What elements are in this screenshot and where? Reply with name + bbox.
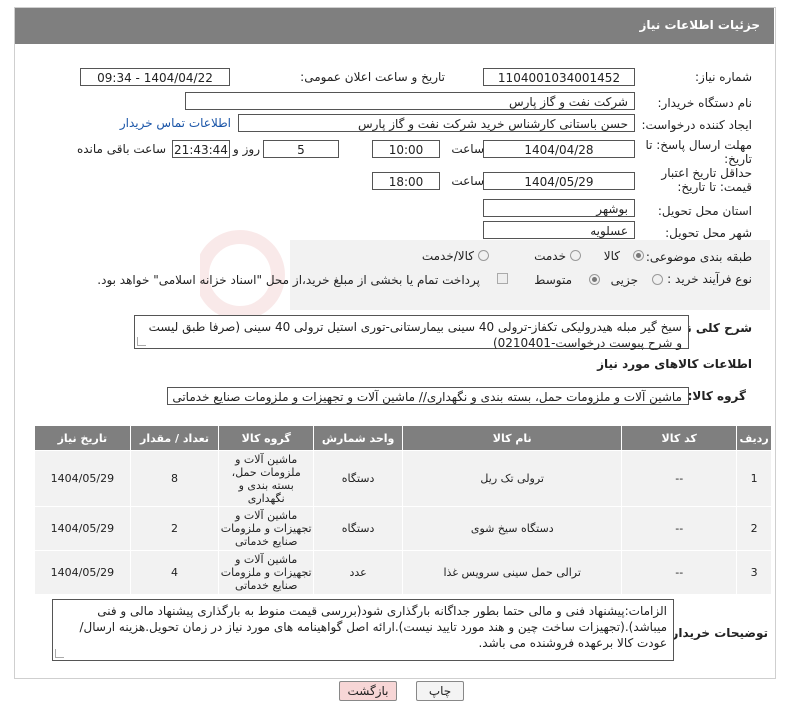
need-number-label: شماره نیاز: (695, 70, 752, 84)
remaining-time-field: 21:43:44 (172, 140, 230, 158)
header-title: جزئیات اطلاعات نیاز (639, 18, 760, 32)
buyer-org-label: نام دستگاه خریدار: (657, 96, 753, 110)
cell-name: دستگاه سیخ شوی (402, 506, 623, 551)
cell-qty: 2 (129, 506, 220, 551)
cell-date: 1404/05/29 (34, 450, 131, 507)
announce-label: تاریخ و ساعت اعلان عمومی: (300, 70, 445, 84)
cell-code: -- (621, 450, 738, 507)
price-validity-label: حداقل تاریخ اعتبار قیمت: تا تاریخ: (661, 166, 752, 194)
cell-date: 1404/05/29 (34, 550, 131, 595)
category-goods-radio[interactable] (633, 250, 644, 261)
announce-field: 1404/04/22 - 09:34 (80, 68, 230, 86)
header-name: نام کالا (402, 425, 623, 451)
category-service-radio[interactable] (570, 250, 581, 261)
header-date: تاریخ نیاز (34, 425, 131, 451)
resize-handle-icon[interactable] (55, 649, 64, 658)
cell-unit: دستگاه (313, 450, 404, 507)
price-validity-time-field: 18:00 (372, 172, 440, 190)
deadline-time-field: 10:00 (372, 140, 440, 158)
cell-qty: 4 (129, 550, 220, 595)
days-label: روز و (233, 142, 260, 156)
category-goods-label: کالا (603, 249, 620, 263)
creator-label: ایجاد کننده درخواست: (641, 118, 752, 132)
price-validity-time-label: ساعت (451, 174, 484, 188)
header-row-number: ردیف (736, 425, 772, 451)
table-row: 3 -- ترالی حمل سینی سرویس غذا عدد ماشین … (34, 550, 772, 595)
contact-info-link[interactable]: اطلاعات تماس خریدار (120, 116, 231, 130)
buyer-notes-text: الزامات:پیشنهاد فنی و مالی حتما بطور جدا… (79, 604, 667, 650)
cell-name: ترولی تک ریل (402, 450, 623, 507)
cell-row-number: 2 (736, 506, 772, 551)
goods-group-label: گروه کالا: (687, 389, 746, 403)
cell-group: ماشین آلات و تجهیزات و ملزومات صنایع خدم… (218, 506, 315, 551)
cell-code: -- (621, 550, 738, 595)
province-field: بوشهر (483, 199, 635, 217)
remaining-label: ساعت باقی مانده (76, 142, 166, 156)
table-header-row: ردیف کد کالا نام کالا واحد شمارش گروه کا… (34, 425, 772, 451)
process-medium-radio[interactable] (589, 274, 600, 285)
process-label: نوع فرآیند خرید : (667, 272, 752, 286)
creator-field: حسن باستانی کارشناس خرید شرکت نفت و گاز … (238, 114, 635, 132)
price-validity-date-field: 1404/05/29 (483, 172, 635, 190)
category-label: طبقه بندی موضوعی: (645, 250, 752, 264)
goods-group-field: ماشین آلات و ملزومات حمل، بسته بندی و نگ… (167, 387, 689, 405)
process-partial-radio[interactable] (652, 274, 663, 285)
header-group: گروه کالا (218, 425, 315, 451)
header-code: کد کالا (621, 425, 738, 451)
items-table: ردیف کد کالا نام کالا واحد شمارش گروه کا… (34, 425, 772, 595)
header-qty: تعداد / مقدار (129, 425, 220, 451)
process-partial-label: جزیی (610, 273, 638, 287)
buyer-notes-textarea: الزامات:پیشنهاد فنی و مالی حتما بطور جدا… (52, 599, 674, 661)
process-note: پرداخت تمام یا بخشی از مبلغ خرید،از محل … (97, 273, 480, 287)
buyer-notes-label: توضیحات خریدار: (666, 626, 768, 640)
province-label: استان محل تحویل: (657, 204, 752, 218)
resize-handle-icon[interactable] (137, 337, 146, 346)
header-unit: واحد شمارش (313, 425, 404, 451)
cell-qty: 8 (129, 450, 220, 507)
cell-row-number: 3 (736, 550, 772, 595)
city-label: شهر محل تحویل: (665, 226, 752, 240)
deadline-time-label: ساعت (451, 142, 484, 156)
description-text: سیخ گیر مبله هیدرولیکی تکفاز-ترولی 40 سی… (148, 320, 682, 350)
description-textarea: سیخ گیر مبله هیدرولیکی تکفاز-ترولی 40 سی… (134, 315, 689, 350)
category-both-radio[interactable] (478, 250, 489, 261)
cell-code: -- (621, 506, 738, 551)
deadline-date-field: 1404/04/28 (483, 140, 635, 158)
buyer-org-field: شرکت نفت و گاز پارس (185, 92, 635, 110)
category-both-label: کالا/خدمت (421, 249, 474, 263)
deadline-label: مهلت ارسال پاسخ: تا تاریخ: (645, 138, 752, 166)
cell-name: ترالی حمل سینی سرویس غذا (402, 550, 623, 595)
back-button[interactable]: بازگشت (339, 681, 397, 701)
print-button[interactable]: چاپ (416, 681, 464, 701)
need-number-field: 1104001034001452 (483, 68, 635, 86)
days-field: 5 (263, 140, 339, 158)
city-field: عسلویه (483, 221, 635, 239)
header-bar: جزئیات اطلاعات نیاز (15, 8, 774, 44)
table-row: 2 -- دستگاه سیخ شوی دستگاه ماشین آلات و … (34, 506, 772, 551)
category-service-label: خدمت (534, 249, 566, 263)
cell-row-number: 1 (736, 450, 772, 507)
cell-unit: دستگاه (313, 506, 404, 551)
goods-info-title: اطلاعات کالاهای مورد نیاز (597, 357, 752, 371)
table-row: 1 -- ترولی تک ریل دستگاه ماشین آلات و مل… (34, 450, 772, 507)
treasury-payment-checkbox[interactable] (497, 273, 508, 284)
process-medium-label: متوسط (534, 273, 572, 287)
cell-unit: عدد (313, 550, 404, 595)
cell-date: 1404/05/29 (34, 506, 131, 551)
cell-group: ماشین آلات و تجهیزات و ملزومات صنایع خدم… (218, 550, 315, 595)
cell-group: ماشین آلات و ملزومات حمل، بسته بندی و نگ… (218, 450, 315, 507)
